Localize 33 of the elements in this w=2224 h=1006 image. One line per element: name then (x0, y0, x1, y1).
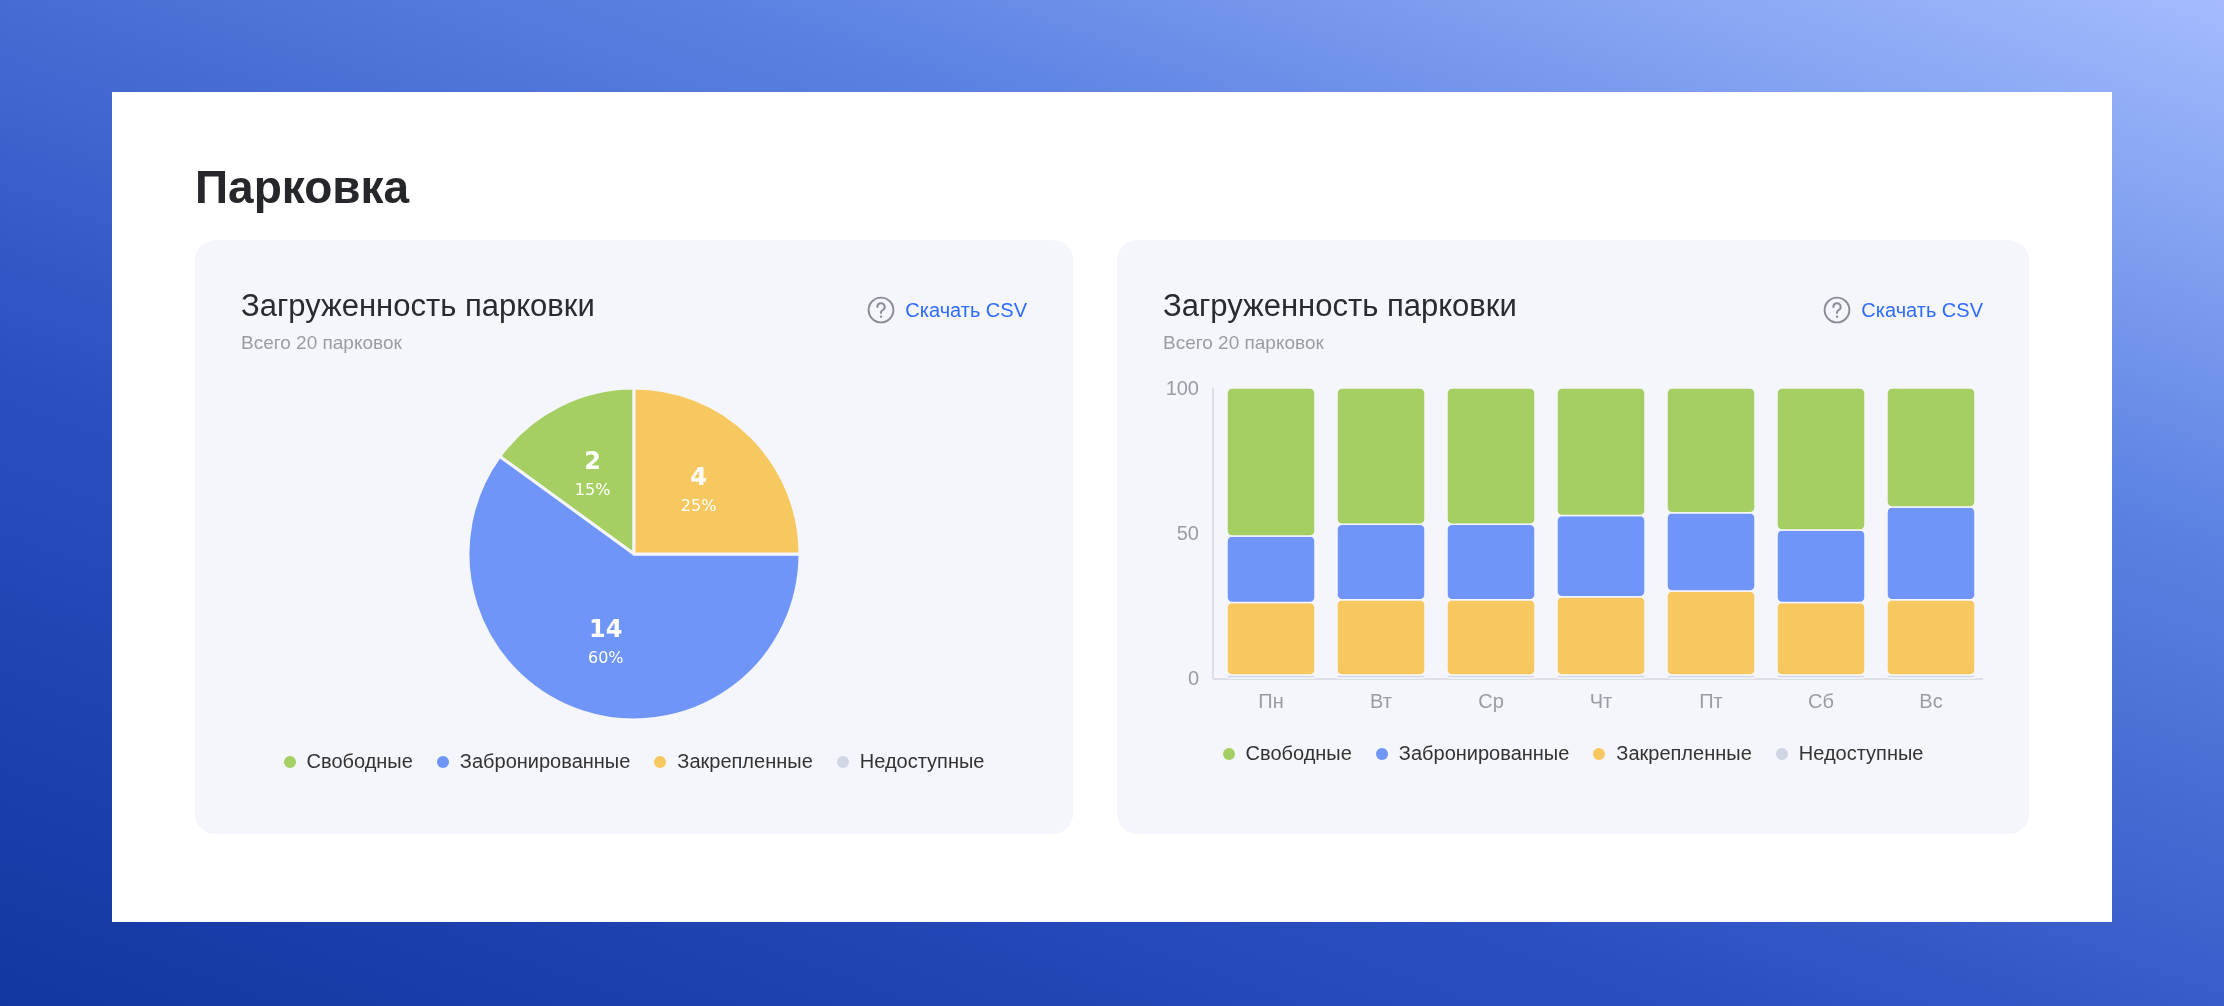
slice-count: 4 (690, 463, 707, 492)
card-title: Загруженность парковки (241, 288, 595, 324)
slice-count: 14 (589, 614, 623, 643)
help-icon[interactable] (1823, 296, 1852, 324)
x-axis-label: Вс (1919, 690, 1943, 712)
legend-label: Закрепленные (677, 750, 813, 773)
y-axis-label: 50 (1176, 522, 1199, 544)
slice-percent: 15% (574, 479, 611, 499)
slice-count: 2 (584, 446, 601, 475)
help-icon[interactable] (867, 296, 896, 324)
legend-label: Забронированные (459, 750, 631, 773)
slice-percent: 60% (588, 647, 624, 667)
x-axis-label: Сб (1808, 690, 1834, 712)
legend-label: Забронированные (1398, 742, 1570, 765)
legend-label: Недоступные (1798, 742, 1924, 765)
y-axis-label: 100 (1165, 377, 1199, 399)
download-csv-link[interactable]: Скачать CSV (905, 298, 1027, 322)
slice-percent: 25% (680, 496, 717, 516)
x-axis-label: Чт (1589, 690, 1613, 712)
legend-label: Свободные (1245, 742, 1352, 765)
y-axis-label: 0 (1187, 667, 1199, 689)
x-axis-label: Вт (1370, 690, 1392, 712)
x-axis-label: Ср (1478, 690, 1504, 712)
download-csv-link[interactable]: Скачать CSV (1861, 298, 1983, 322)
x-axis-label: Пн (1258, 690, 1284, 712)
card-subtitle: Всего 20 парковок (1163, 332, 1325, 354)
page-title: Парковка (195, 160, 411, 214)
legend-label: Закрепленные (1616, 742, 1752, 765)
legend-label: Недоступные (859, 750, 985, 773)
legend-label: Свободные (306, 750, 413, 773)
card-title: Загруженность парковки (1163, 288, 1517, 324)
card-subtitle: Всего 20 парковок (241, 332, 403, 354)
x-axis-label: Пт (1699, 690, 1723, 712)
